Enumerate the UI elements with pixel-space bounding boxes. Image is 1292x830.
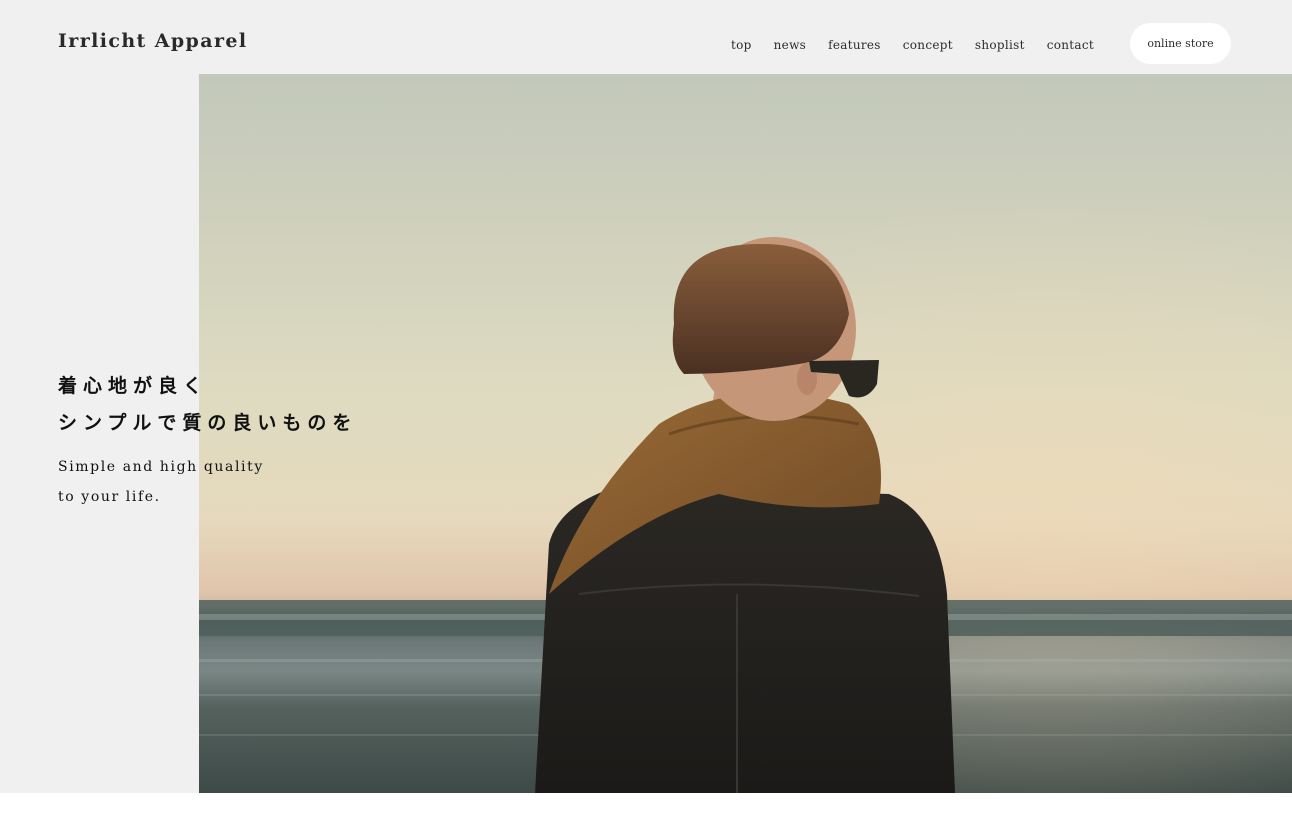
hero-photo-illustration [199,74,1292,793]
hero-tagline: 着心地が良く シンプルで質の良いものを Simple and high qual… [58,368,357,512]
nav-link-features[interactable]: features [828,38,881,52]
hero-subline-line2: to your life. [58,489,161,505]
nav-link-news[interactable]: news [774,38,806,52]
nav-link-contact[interactable]: contact [1047,38,1094,52]
brand-logo[interactable]: Irrlicht Apparel [58,30,247,52]
hero-subline-line1: Simple and high quality [58,459,264,475]
nav-link-shoplist[interactable]: shoplist [975,38,1025,52]
hero-headline-line1: 着心地が良く [58,375,209,397]
hero-subline: Simple and high quality to your life. [58,452,357,512]
hero-image [199,74,1292,793]
nav-link-top[interactable]: top [731,38,752,52]
online-store-button[interactable]: online store [1130,23,1231,64]
nav-link-concept[interactable]: concept [903,38,953,52]
site-header: Irrlicht Apparel top news features conce… [0,0,1292,74]
hero-headline-line2: シンプルで質の良いものを [58,412,358,434]
main-nav: top news features concept shoplist conta… [720,36,1105,54]
